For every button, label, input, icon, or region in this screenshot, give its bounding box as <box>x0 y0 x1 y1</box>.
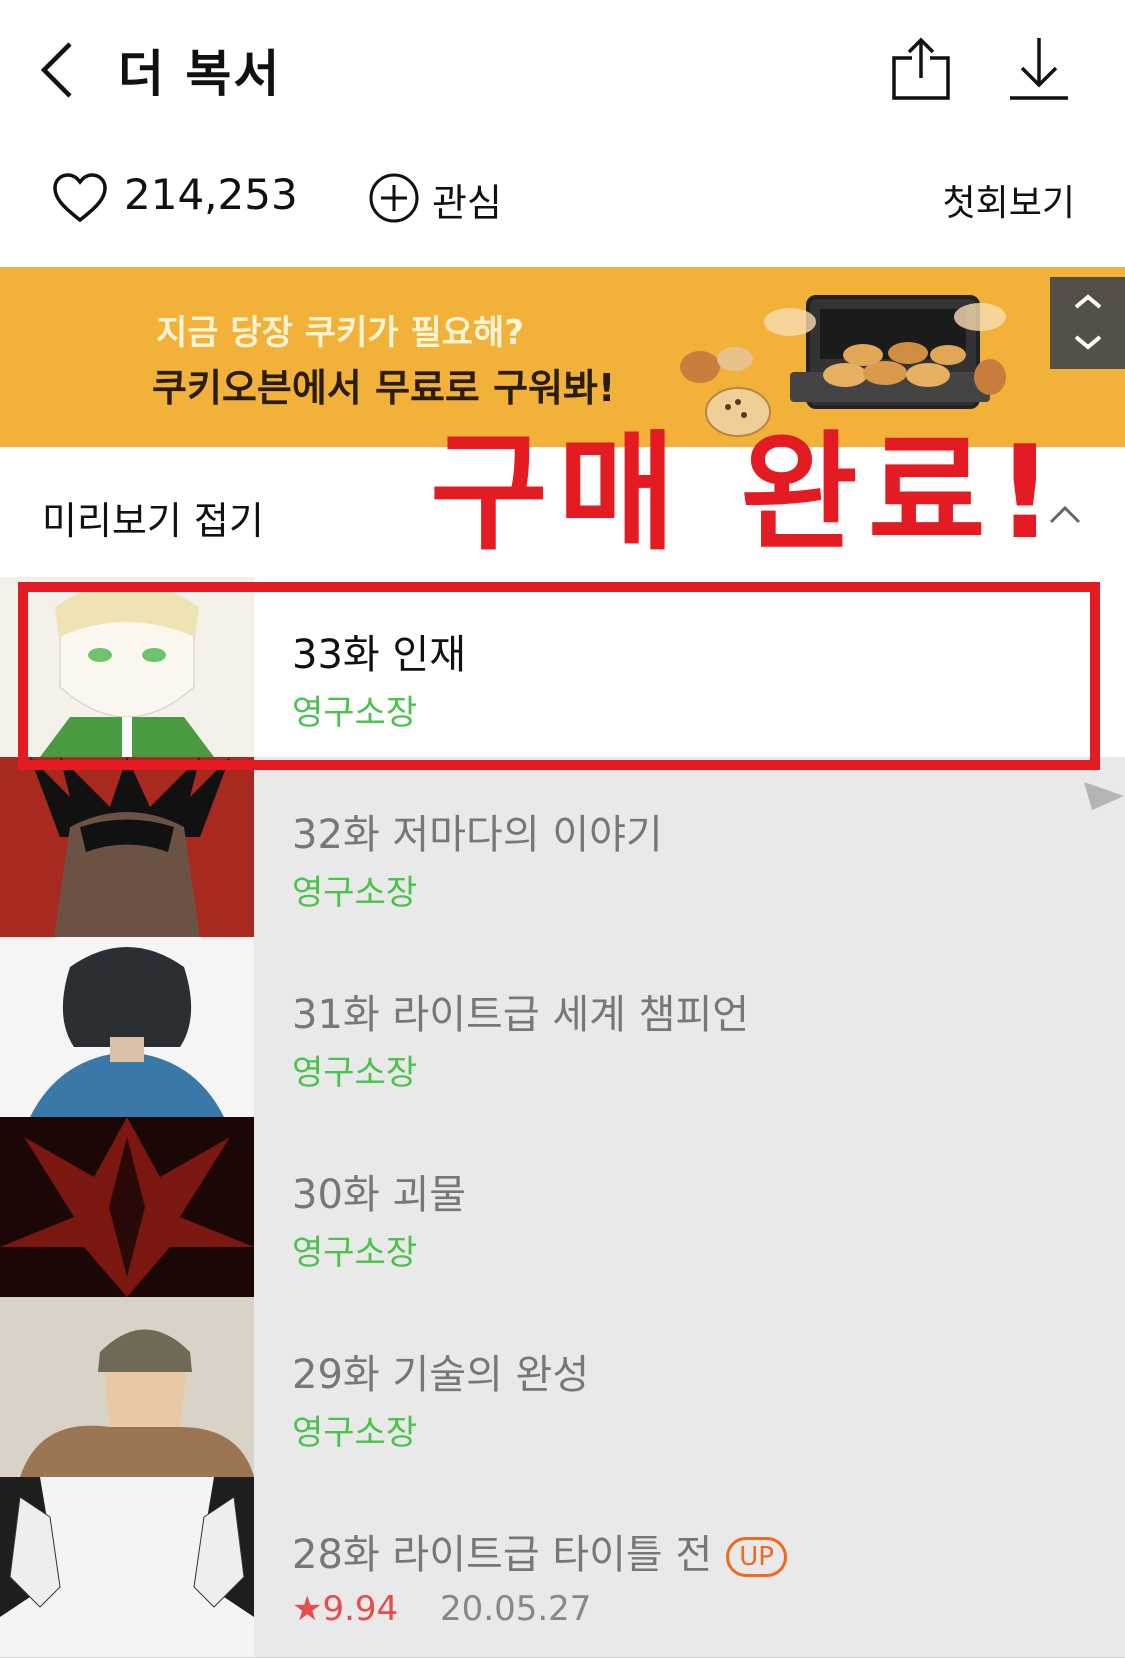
episode-title-text: 28화 라이트급 타이틀 전 <box>292 1532 713 1578</box>
share-button[interactable] <box>890 36 952 102</box>
episode-row[interactable]: 30화 괴물 영구소장 <box>0 1117 1125 1298</box>
episode-row[interactable]: 32화 저마다의 이야기 영구소장 <box>0 757 1125 938</box>
banner-line2: 쿠키오븐에서 무료로 구워봐! <box>152 366 616 410</box>
episode-rating: ★9.94 <box>292 1589 399 1629</box>
episode-thumbnail <box>0 757 254 937</box>
episode-thumbnail <box>0 937 254 1117</box>
banner-line1: 지금 당장 쿠키가 필요해? <box>156 313 525 353</box>
download-button[interactable] <box>1008 36 1070 102</box>
episode-title: 30화 괴물 <box>292 1172 467 1218</box>
episode-row[interactable]: 29화 기술의 완성 영구소장 <box>0 1297 1125 1478</box>
episode-status: 영구소장 <box>292 1233 418 1273</box>
collapse-button[interactable] <box>1048 503 1082 525</box>
episode-status: 영구소장 <box>292 1413 418 1453</box>
episode-status: 영구소장 <box>292 1053 418 1093</box>
episode-title: 32화 저마다의 이야기 <box>292 812 663 858</box>
episode-title: 31화 라이트급 세계 챔피언 <box>292 992 750 1038</box>
episode-title: 29화 기술의 완성 <box>292 1352 590 1398</box>
like-count: 214,253 <box>124 170 298 219</box>
episode-thumbnail <box>0 577 254 757</box>
banner-toggle-button[interactable] <box>1050 277 1125 369</box>
episode-title: 33화 인재 <box>292 632 467 678</box>
expand-collapse-icon <box>1074 294 1102 350</box>
episode-thumbnail <box>0 1477 254 1657</box>
preview-collapse-label[interactable]: 미리보기 접기 <box>42 490 264 545</box>
first-episode-button[interactable]: 첫회보기 <box>943 174 1075 226</box>
like-button[interactable] <box>52 172 108 224</box>
up-badge: UP <box>726 1537 787 1577</box>
episode-thumbnail <box>0 1297 254 1477</box>
favorite-button[interactable] <box>368 172 420 224</box>
episode-date: 20.05.27 <box>440 1589 592 1629</box>
favorite-label[interactable]: 관심 <box>432 172 502 227</box>
purchase-complete-overlay: 구매 완료! <box>430 419 1064 568</box>
episode-status: 영구소장 <box>292 693 418 733</box>
episode-title: 28화 라이트급 타이틀 전 UP <box>292 1522 787 1580</box>
episode-status: 영구소장 <box>292 873 418 913</box>
episode-row[interactable]: 28화 라이트급 타이틀 전 UP ★9.94 20.05.27 <box>0 1477 1125 1658</box>
chevron-up-icon <box>1049 505 1081 524</box>
plus-circle-icon <box>369 173 419 223</box>
cookie-oven-illustration <box>680 295 1006 437</box>
share-icon <box>892 37 950 100</box>
episode-row[interactable]: 33화 인재 영구소장 <box>0 577 1125 758</box>
back-button[interactable] <box>38 40 78 100</box>
scroll-indicator-icon <box>1084 782 1124 810</box>
episode-row[interactable]: 31화 라이트급 세계 챔피언 영구소장 <box>0 937 1125 1118</box>
heart-icon <box>53 173 107 223</box>
download-icon <box>1010 38 1068 100</box>
page-title: 더 복서 <box>118 45 282 103</box>
episode-thumbnail <box>0 1117 254 1297</box>
chevron-left-icon <box>40 42 72 98</box>
